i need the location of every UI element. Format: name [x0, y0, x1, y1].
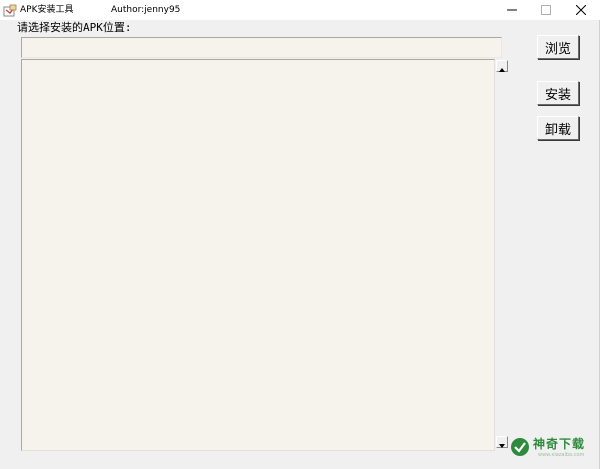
- title-bar[interactable]: APK安装工具 Author:jenny95: [0, 0, 600, 20]
- browse-button[interactable]: 浏览: [537, 35, 579, 59]
- uninstall-button[interactable]: 卸载: [537, 116, 579, 140]
- scroll-down-arrow-icon: [499, 433, 505, 452]
- close-button[interactable]: [566, 0, 596, 20]
- app-window: APK安装工具 Author:jenny95 请选择安装的APK位置: 浏览 安…: [0, 0, 600, 469]
- site-watermark: 神奇下载 www.xiazaiba.com: [510, 434, 596, 460]
- close-icon: [576, 5, 586, 15]
- maximize-icon: [541, 5, 551, 15]
- scroll-up-arrow-icon: [499, 57, 505, 76]
- watermark-brand: 神奇下载: [533, 437, 586, 451]
- minimize-button[interactable]: [497, 0, 527, 20]
- log-scrollbar[interactable]: [495, 59, 510, 451]
- scroll-down-button[interactable]: [496, 436, 508, 448]
- minimize-icon: [507, 5, 517, 15]
- watermark-logo-icon: [510, 437, 530, 457]
- scroll-up-button[interactable]: [496, 60, 508, 72]
- apk-tool-icon: [3, 3, 17, 17]
- log-textarea[interactable]: [21, 59, 495, 451]
- window-title: APK安装工具: [20, 5, 74, 15]
- window-author: Author:jenny95: [111, 5, 181, 15]
- maximize-button[interactable]: [531, 0, 561, 20]
- apk-location-label: 请选择安装的APK位置:: [17, 21, 132, 34]
- install-button[interactable]: 安装: [537, 81, 579, 105]
- watermark-url: www.xiazaiba.com: [538, 452, 585, 458]
- apk-path-input[interactable]: [21, 37, 502, 58]
